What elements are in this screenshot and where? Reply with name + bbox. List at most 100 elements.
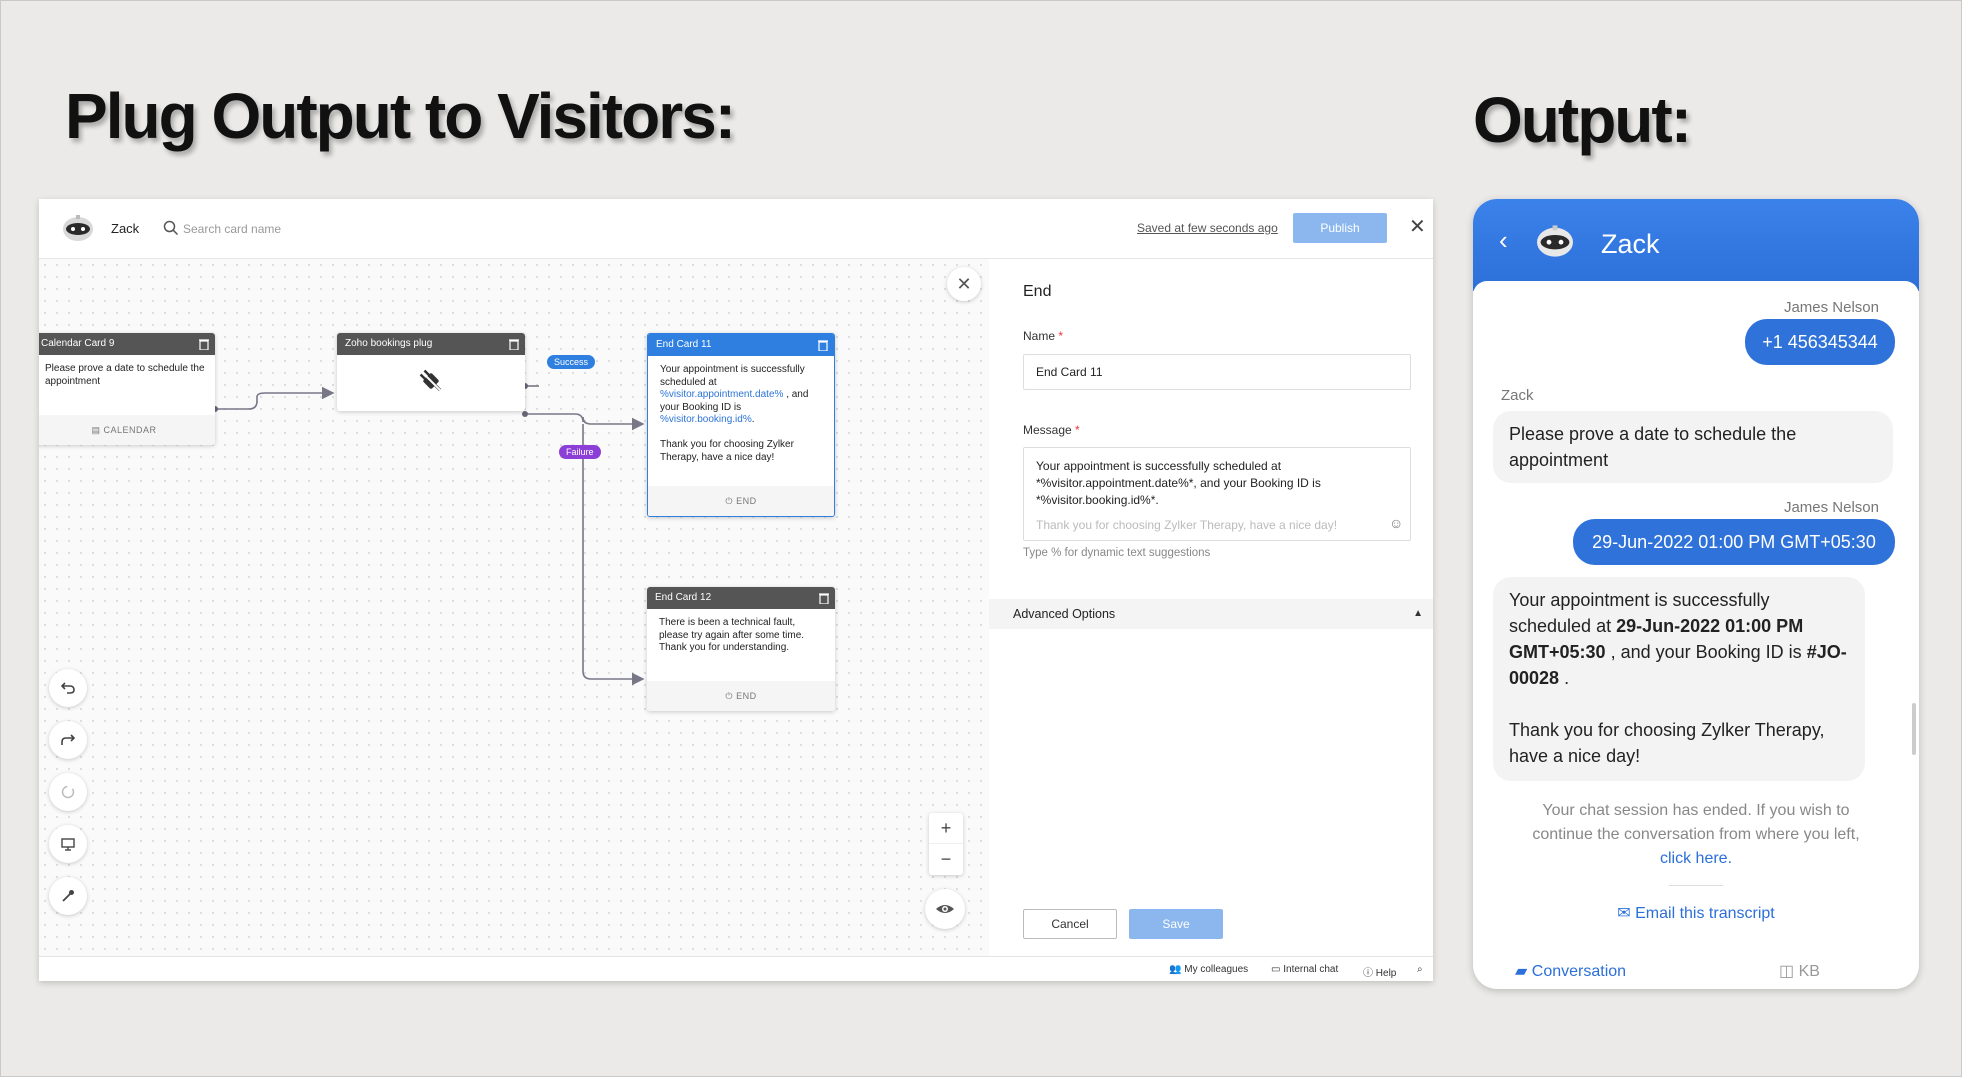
card-name-input[interactable] <box>1023 354 1411 390</box>
undo-icon <box>60 682 75 694</box>
required-mark: * <box>1058 329 1064 343</box>
session-ended-notice: Your chat session has ended. If you wish… <box>1523 799 1869 871</box>
session-ended-text: Your chat session has ended. If you wish… <box>1532 802 1860 843</box>
chat-title: Zack <box>1601 229 1660 259</box>
card-text: Your appointment is successfully schedul… <box>648 356 834 470</box>
help-label: Help <box>1375 968 1397 979</box>
card-footer: ⏻ END <box>647 681 835 711</box>
eye-icon <box>936 905 954 913</box>
chat-scrollbar[interactable] <box>1912 703 1916 755</box>
redo-icon <box>61 734 76 745</box>
card-header: End Card 12 <box>647 587 835 609</box>
advanced-options-label: Advanced Options <box>1013 607 1116 621</box>
card-footer-label: CALENDAR <box>103 425 157 435</box>
tab-kb[interactable]: ◫ KB <box>1779 961 1820 981</box>
close-panel-icon[interactable]: ✕ <box>947 267 981 301</box>
preview-button[interactable] <box>925 889 965 929</box>
wand-icon <box>62 890 74 902</box>
publish-button[interactable]: Publish <box>1293 213 1387 243</box>
zoho-bookings-plug-card[interactable]: Zoho bookings plug <box>337 333 525 411</box>
flow-canvas[interactable]: ✕ Calendar Card 9 Please prove a date to… <box>39 259 989 956</box>
status-search-icon[interactable]: ⌕ <box>1417 964 1423 975</box>
conversation-icon: ▰ <box>1515 963 1528 980</box>
book-icon: ◫ <box>1779 963 1795 980</box>
sender-name: James Nelson <box>1783 499 1879 516</box>
trash-icon[interactable] <box>818 339 828 351</box>
internal-chat-link[interactable]: ▭ Internal chat <box>1271 964 1338 975</box>
message-line: Your appointment is successfully schedul… <box>1036 459 1282 473</box>
card-footer-label: END <box>736 691 757 701</box>
message-label-text: Message <box>1023 423 1072 437</box>
divider <box>1669 885 1723 886</box>
failure-tag[interactable]: Failure <box>559 445 601 459</box>
bot-builder-window: Zack Saved at few seconds ago Publish ✕ … <box>39 199 1433 981</box>
close-builder-icon[interactable]: ✕ <box>1409 217 1426 237</box>
trash-icon[interactable] <box>199 338 209 350</box>
saved-status-link[interactable]: Saved at few seconds ago <box>1137 221 1278 235</box>
help-link[interactable]: ⓘ Help <box>1363 964 1396 979</box>
preview-screen-button[interactable] <box>49 825 87 863</box>
card-header: End Card 11 <box>648 334 834 356</box>
card-text-part: Thank you for choosing Zylker Therapy, h… <box>660 439 794 463</box>
redo-button[interactable] <box>49 721 87 759</box>
message-textarea[interactable]: Your appointment is successfully schedul… <box>1023 447 1411 541</box>
my-colleagues-link[interactable]: 👥 My colleagues <box>1169 964 1248 975</box>
chat-header: ‹ Zack <box>1473 199 1919 291</box>
card-footer-label: END <box>736 496 757 506</box>
my-colleagues-label: My colleagues <box>1184 964 1249 975</box>
card-title: Calendar Card 9 <box>41 338 115 349</box>
bottom-status-bar: 👥 My colleagues ▭ Internal chat ⓘ Help ⌕ <box>39 956 1433 981</box>
chat-footer-tabs: ▰ Conversation ◫ KB <box>1473 951 1919 989</box>
undo-button[interactable] <box>49 669 87 707</box>
end-card-12[interactable]: End Card 12 There is been a technical fa… <box>647 587 835 711</box>
back-chevron-icon[interactable]: ‹ <box>1499 227 1508 253</box>
calendar-card[interactable]: Calendar Card 9 Please prove a date to s… <box>39 333 215 445</box>
card-text-part: . <box>751 414 755 425</box>
variable-booking-id: %visitor.booking.id% <box>660 414 752 425</box>
card-text: There is been a technical fault, please … <box>659 617 805 653</box>
card-title: End Card 12 <box>655 592 712 603</box>
sort-arrows-icon: ▲ <box>1413 608 1423 619</box>
save-button[interactable]: Save <box>1129 909 1223 939</box>
variable-appointment-date: %visitor.appointment.date% <box>660 389 784 400</box>
card-header: Zoho bookings plug <box>337 333 525 355</box>
message-text: Thank you for choosing Zylker Therapy, h… <box>1509 720 1825 766</box>
visitor-message-bubble: +1 456345344 <box>1745 319 1895 365</box>
chat-icon: ▭ <box>1271 964 1281 975</box>
bot-avatar-icon <box>63 215 93 241</box>
message-line: *%visitor.appointment.date%*, and your B… <box>1036 476 1321 490</box>
trash-icon[interactable] <box>509 338 519 350</box>
calendar-icon: ▤ <box>91 425 101 435</box>
trash-icon[interactable] <box>819 592 829 604</box>
tab-conversation[interactable]: ▰ Conversation <box>1515 961 1626 981</box>
card-title: End Card 11 <box>656 339 712 350</box>
search-icon <box>163 220 179 236</box>
end-card-11[interactable]: End Card 11 Your appointment is successf… <box>647 333 835 517</box>
success-tag[interactable]: Success <box>547 355 596 369</box>
internal-chat-label: Internal chat <box>1283 964 1339 975</box>
zoom-in-button[interactable]: + <box>929 813 963 844</box>
search-card-input[interactable] <box>183 216 483 242</box>
email-transcript-link[interactable]: ✉ Email this transcript <box>1473 903 1919 923</box>
message-line: Thank you for choosing Zylker Therapy, h… <box>1036 518 1338 532</box>
zoom-out-button[interactable]: − <box>929 844 963 875</box>
card-footer: ⏻ END <box>648 486 834 516</box>
card-settings-panel: End Name * Message * Your appointment is… <box>989 259 1433 956</box>
builder-topbar: Zack Saved at few seconds ago Publish ✕ <box>39 199 1433 259</box>
power-icon: ⏻ <box>725 496 734 506</box>
power-icon: ⏻ <box>725 691 734 701</box>
heading-output: Output: <box>1473 84 1692 156</box>
plug-icon <box>419 369 442 392</box>
cancel-button[interactable]: Cancel <box>1023 909 1117 939</box>
chat-messages[interactable]: James Nelson +1 456345344 Zack Please pr… <box>1473 281 1919 889</box>
click-here-link[interactable]: click here. <box>1660 850 1732 867</box>
emoji-icon[interactable]: ☺ <box>1389 515 1403 531</box>
card-text-part: Your appointment is successfully schedul… <box>660 364 805 388</box>
tools-button[interactable] <box>49 877 87 915</box>
bot-message-bubble: Please prove a date to schedule the appo… <box>1493 411 1893 483</box>
advanced-options-toggle[interactable]: Advanced Options ▲ <box>989 599 1433 629</box>
required-mark: * <box>1075 423 1080 437</box>
reset-button[interactable] <box>49 773 87 811</box>
tab-conversation-label: Conversation <box>1531 963 1627 980</box>
chat-widget: ‹ Zack James Nelson +1 456345344 Zack Pl… <box>1473 199 1919 989</box>
